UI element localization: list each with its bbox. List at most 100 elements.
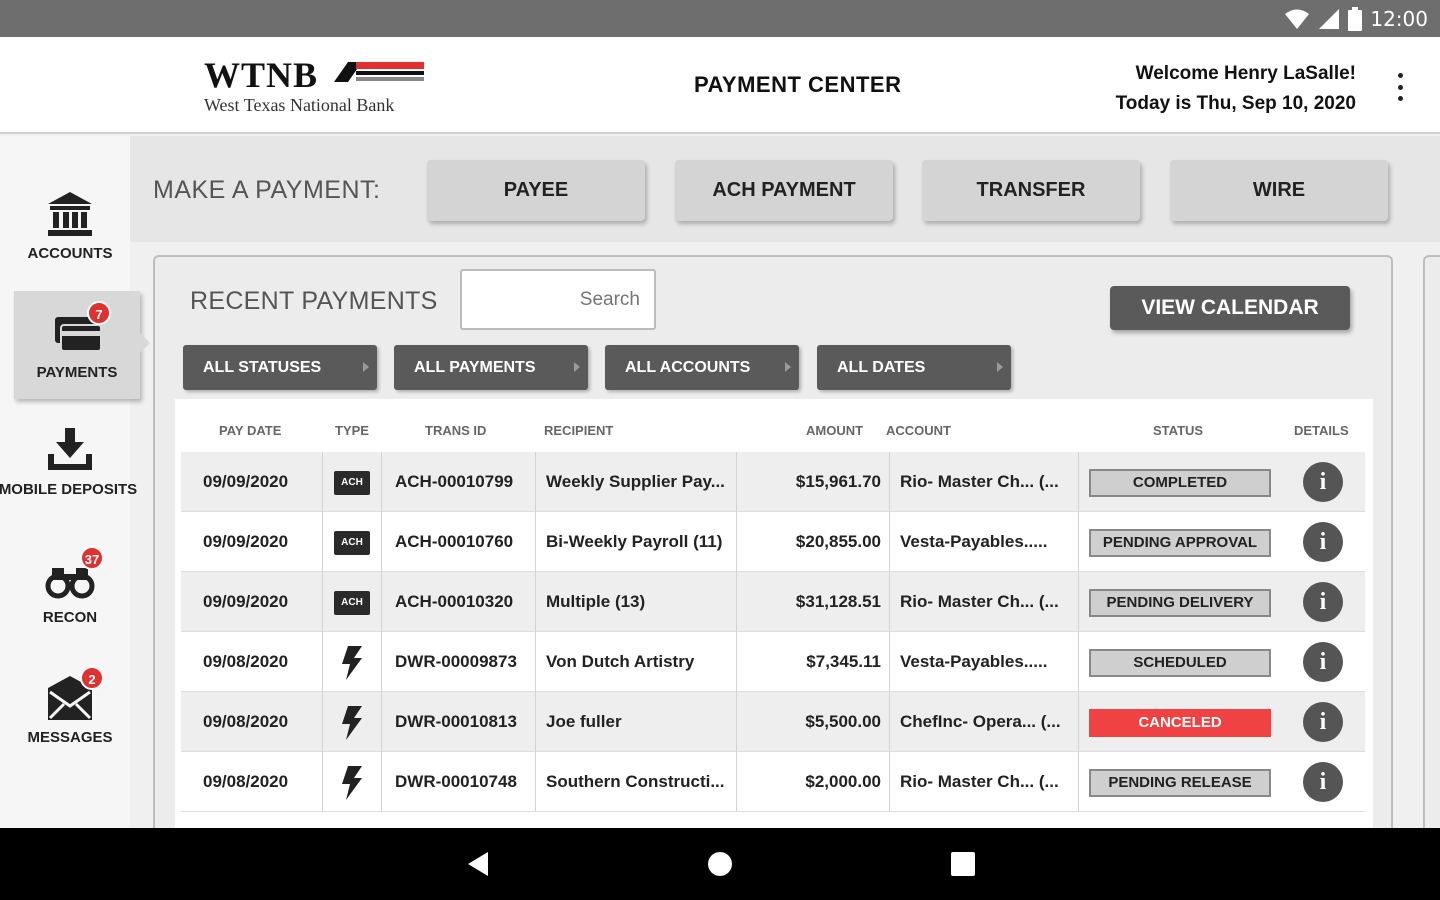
- payment-card-icon: 7: [51, 301, 111, 359]
- filter-accounts[interactable]: ALL ACCOUNTS: [605, 345, 799, 390]
- sidebar: ACCOUNTS 7 PAYMENTS MOBILE DEPOSITS 37 R…: [0, 136, 150, 828]
- sidebar-item-mobile-deposits[interactable]: MOBILE DEPOSITS: [0, 426, 140, 500]
- wire-button[interactable]: WIRE: [1170, 160, 1388, 221]
- lightning-bolt-icon: [342, 766, 362, 800]
- status-badge: PENDING APPROVAL: [1089, 529, 1271, 557]
- trans-id-cell: ACH-00010320: [395, 592, 514, 611]
- sidebar-item-label: RECON: [42, 609, 98, 626]
- account-cell: Rio- Master Ch... (...: [900, 592, 1059, 611]
- filter-statuses[interactable]: ALL STATUSES: [183, 345, 377, 390]
- payee-button[interactable]: PAYEE: [427, 160, 645, 221]
- back-icon[interactable]: [468, 852, 488, 876]
- ach-payment-button[interactable]: ACH PAYMENT: [675, 160, 893, 221]
- recipient-cell: Bi-Weekly Payroll (11): [546, 532, 723, 551]
- filter-label: ALL STATUSES: [203, 358, 322, 376]
- battery-icon: [1348, 7, 1363, 31]
- page-title: PAYMENT CENTER: [694, 72, 902, 97]
- col-account[interactable]: ACCOUNT: [886, 423, 951, 438]
- recon-badge: 37: [80, 546, 104, 570]
- status-badge: SCHEDULED: [1089, 649, 1271, 677]
- status-badge: PENDING RELEASE: [1089, 769, 1271, 797]
- welcome-text: Welcome Henry LaSalle!: [1135, 63, 1356, 84]
- make-payment-bar: MAKE A PAYMENT: PAYEE ACH PAYMENT TRANSF…: [130, 136, 1440, 242]
- account-cell: ChefInc- Opera... (...: [900, 712, 1061, 731]
- bank-logo[interactable]: WTNB West Texas National Bank: [204, 57, 434, 117]
- table-row[interactable]: 09/09/2020 ACH ACH-00010799 Weekly Supplier…: [181, 452, 1365, 512]
- account-cell: Rio- Master Ch... (...: [900, 772, 1059, 791]
- filter-label: ALL PAYMENTS: [414, 358, 536, 376]
- filter-payments[interactable]: ALL PAYMENTS: [394, 345, 588, 390]
- pay-date-cell: 09/09/2020: [203, 472, 289, 491]
- home-icon[interactable]: [708, 852, 732, 876]
- system-navigation-bar: [0, 828, 1440, 900]
- info-icon[interactable]: i: [1303, 522, 1343, 562]
- logo-stripes: [334, 60, 424, 86]
- sidebar-item-label: MOBILE DEPOSITS: [0, 481, 138, 498]
- account-cell: Rio- Master Ch... (...: [900, 472, 1059, 491]
- transfer-button[interactable]: TRANSFER: [922, 160, 1140, 221]
- col-pay-date[interactable]: PAY DATE: [219, 423, 281, 438]
- status-badge: CANCELED: [1089, 709, 1271, 737]
- filter-label: ALL DATES: [837, 358, 926, 376]
- amount-cell: $31,128.51: [795, 592, 881, 611]
- filter-dates[interactable]: ALL DATES: [817, 345, 1011, 390]
- overflow-menu-icon[interactable]: [1394, 73, 1406, 101]
- col-status[interactable]: STATUS: [1153, 423, 1203, 438]
- info-icon[interactable]: i: [1303, 642, 1343, 682]
- info-icon[interactable]: i: [1303, 762, 1343, 802]
- amount-cell: $15,961.70: [795, 472, 881, 491]
- pay-date-cell: 09/09/2020: [203, 532, 289, 551]
- amount-cell: $20,855.00: [795, 532, 881, 551]
- ach-icon: ACH: [334, 531, 370, 555]
- table-row[interactable]: 09/09/2020 ACH ACH-00010760 Bi-Weekly Payro…: [181, 512, 1365, 572]
- ach-icon: ACH: [334, 471, 370, 495]
- table-row[interactable]: 09/09/2020 ACH ACH-00010320 Multiple (13) $3…: [181, 572, 1365, 632]
- sidebar-item-label: PAYMENTS: [36, 364, 118, 381]
- recent-apps-icon[interactable]: [951, 852, 975, 876]
- col-recipient[interactable]: RECIPIENT: [544, 423, 613, 438]
- sidebar-item-accounts[interactable]: ACCOUNTS: [0, 190, 140, 264]
- info-icon[interactable]: i: [1303, 702, 1343, 742]
- account-cell: Vesta-Payables.....: [900, 652, 1048, 671]
- make-payment-label: MAKE A PAYMENT:: [153, 176, 381, 204]
- table-row[interactable]: 09/08/2020 DWR-00010813 Joe fuller $5,500.0…: [181, 692, 1365, 752]
- app-header: WTNB West Texas National Bank PAYMENT CE…: [0, 37, 1440, 134]
- messages-badge: 2: [80, 666, 104, 690]
- table-header: PAY DATE TYPE TRANS ID RECIPIENT AMOUNT …: [175, 423, 1373, 447]
- caret-right-icon: [574, 362, 580, 372]
- sidebar-item-recon[interactable]: 37 RECON: [0, 546, 140, 628]
- sidebar-item-payments[interactable]: 7 PAYMENTS: [14, 291, 150, 399]
- col-amount[interactable]: AMOUNT: [806, 423, 863, 438]
- sidebar-item-messages[interactable]: 2 MESSAGES: [0, 666, 140, 748]
- recipient-cell: Von Dutch Artistry: [546, 652, 695, 671]
- info-icon[interactable]: i: [1303, 582, 1343, 622]
- next-panel-edge: [1423, 255, 1440, 855]
- system-status-bar: 12:00: [0, 0, 1440, 37]
- table-row[interactable]: 09/08/2020 DWR-00009873 Von Dutch Artistry…: [181, 632, 1365, 692]
- info-icon[interactable]: i: [1303, 462, 1343, 502]
- recipient-cell: Weekly Supplier Pay...: [546, 472, 725, 491]
- col-details: DETAILS: [1294, 423, 1349, 438]
- status-badge: PENDING DELIVERY: [1089, 589, 1271, 617]
- pay-date-cell: 09/08/2020: [203, 712, 289, 731]
- envelope-icon: 2: [44, 666, 104, 724]
- view-calendar-button[interactable]: VIEW CALENDAR: [1110, 286, 1350, 330]
- payments-badge: 7: [87, 301, 111, 325]
- trans-id-cell: DWR-00010748: [395, 772, 517, 791]
- recent-payments-title: RECENT PAYMENTS: [190, 287, 438, 315]
- col-trans-id[interactable]: TRANS ID: [425, 423, 486, 438]
- pay-date-cell: 09/08/2020: [203, 772, 289, 791]
- caret-right-icon: [363, 362, 369, 372]
- welcome-message: Welcome Henry LaSalle! Today is Thu, Sep…: [1116, 59, 1356, 119]
- pay-date-cell: 09/09/2020: [203, 592, 289, 611]
- status-badge: COMPLETED: [1089, 469, 1271, 497]
- recipient-cell: Joe fuller: [546, 712, 622, 731]
- search-input[interactable]: [460, 269, 656, 330]
- col-type[interactable]: TYPE: [335, 423, 369, 438]
- caret-right-icon: [785, 362, 791, 372]
- table-row[interactable]: 09/08/2020 DWR-00010748 Southern Construct…: [181, 752, 1365, 812]
- recipient-cell: Southern Constructi...: [546, 772, 725, 791]
- recipient-cell: Multiple (13): [546, 592, 646, 611]
- trans-id-cell: DWR-00009873: [395, 652, 517, 671]
- download-tray-icon: [44, 426, 96, 476]
